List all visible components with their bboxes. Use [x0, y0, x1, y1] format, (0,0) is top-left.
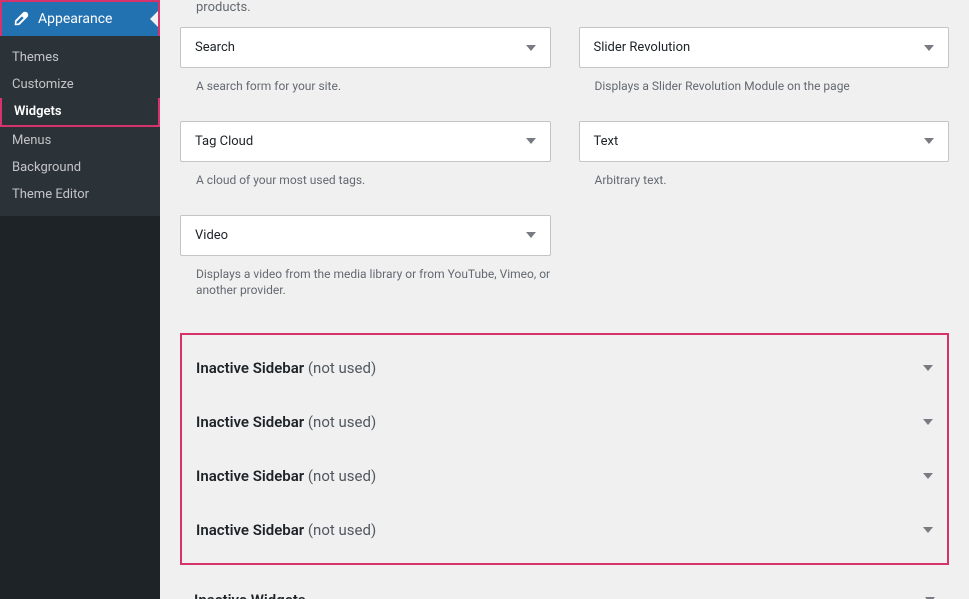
- menu-arrow-icon: [150, 11, 158, 27]
- submenu-widgets[interactable]: Widgets: [0, 98, 160, 127]
- inactive-sidebar-row[interactable]: Inactive Sidebar (not used): [182, 341, 947, 395]
- menu-appearance[interactable]: Appearance: [0, 0, 160, 36]
- inactive-widgets-row[interactable]: Inactive Widgets: [180, 573, 949, 599]
- widget-search[interactable]: Search: [180, 27, 551, 68]
- widget-search-desc: A search form for your site.: [180, 68, 551, 111]
- widget-video[interactable]: Video: [180, 215, 551, 256]
- chevron-down-icon: [526, 232, 536, 238]
- inactive-sidebar-label: Inactive Sidebar: [196, 413, 308, 431]
- inactive-sidebar-label: Inactive Sidebar: [196, 359, 308, 377]
- inactive-sidebar-label: Inactive Sidebar: [196, 467, 308, 485]
- chevron-down-icon: [924, 138, 934, 144]
- inactive-sidebar-row[interactable]: Inactive Sidebar (not used): [182, 395, 947, 449]
- inactive-sidebars-group: Inactive Sidebar (not used) Inactive Sid…: [180, 333, 949, 565]
- widget-slider-title: Slider Revolution: [594, 40, 691, 55]
- inactive-widgets-label: Inactive Widgets: [194, 591, 306, 599]
- brush-icon: [12, 10, 30, 28]
- widget-tag-cloud[interactable]: Tag Cloud: [180, 121, 551, 162]
- submenu-customize[interactable]: Customize: [0, 71, 160, 98]
- submenu-background[interactable]: Background: [0, 154, 160, 181]
- sidebar: Appearance Themes Customize Widgets Menu…: [0, 0, 160, 599]
- chevron-down-icon: [923, 419, 933, 425]
- inactive-sidebar-suffix: (not used): [308, 467, 376, 485]
- submenu-appearance: Themes Customize Widgets Menus Backgroun…: [0, 36, 160, 216]
- widget-text[interactable]: Text: [579, 121, 950, 162]
- widget-tagcloud-desc: A cloud of your most used tags.: [180, 162, 551, 205]
- chevron-down-icon: [924, 45, 934, 51]
- chevron-down-icon: [526, 138, 536, 144]
- widget-text-title: Text: [594, 134, 619, 149]
- widget-tagcloud-title: Tag Cloud: [195, 134, 253, 149]
- widget-slider-revolution[interactable]: Slider Revolution: [579, 27, 950, 68]
- submenu-themes[interactable]: Themes: [0, 44, 160, 71]
- products-desc-fragment: products.: [180, 0, 949, 27]
- chevron-down-icon: [923, 365, 933, 371]
- inactive-sidebar-suffix: (not used): [308, 413, 376, 431]
- widget-slider-desc: Displays a Slider Revolution Module on t…: [579, 68, 950, 111]
- inactive-sidebar-row[interactable]: Inactive Sidebar (not used): [182, 503, 947, 557]
- inactive-sidebar-row[interactable]: Inactive Sidebar (not used): [182, 449, 947, 503]
- inactive-sidebar-suffix: (not used): [308, 521, 376, 539]
- submenu-theme-editor[interactable]: Theme Editor: [0, 181, 160, 208]
- chevron-down-icon: [923, 473, 933, 479]
- widget-search-title: Search: [195, 40, 235, 55]
- widget-text-desc: Arbitrary text.: [579, 162, 950, 205]
- chevron-down-icon: [526, 45, 536, 51]
- menu-appearance-label: Appearance: [38, 11, 112, 27]
- widget-video-desc: Displays a video from the media library …: [180, 256, 551, 316]
- inactive-sidebar-label: Inactive Sidebar: [196, 521, 308, 539]
- main-content: products. Search A search form for your …: [160, 0, 969, 599]
- widget-video-title: Video: [195, 228, 228, 243]
- submenu-menus[interactable]: Menus: [0, 127, 160, 154]
- inactive-sidebar-suffix: (not used): [308, 359, 376, 377]
- chevron-down-icon: [923, 527, 933, 533]
